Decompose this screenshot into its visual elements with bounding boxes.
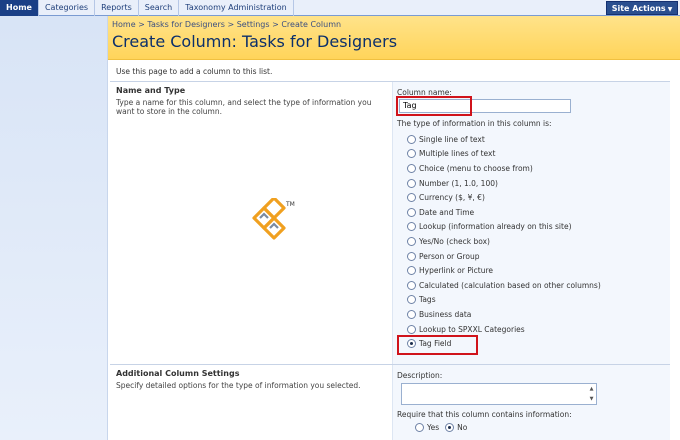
name-type-fields: Column name: Tag The type of information… <box>392 82 670 364</box>
column-type-label: Business data <box>419 309 472 319</box>
highlight-tag-field <box>397 335 478 355</box>
section-description: Specify detailed options for the type of… <box>116 381 361 390</box>
site-actions-label: Site Actions <box>611 4 666 13</box>
column-type-label: Tags <box>419 295 436 305</box>
column-type-option[interactable]: Lookup (information already on this site… <box>407 220 601 235</box>
type-label: The type of information in this column i… <box>397 119 552 128</box>
column-type-label: Single line of text <box>419 134 485 144</box>
column-type-label: Multiple lines of text <box>419 149 496 159</box>
watermark-logo-icon: TM <box>252 198 295 240</box>
tab-home[interactable]: Home <box>0 0 39 16</box>
column-type-option[interactable]: Choice (menu to choose from) <box>407 161 601 176</box>
column-type-option[interactable]: Date and Time <box>407 205 601 220</box>
column-type-option[interactable]: Person or Group <box>407 249 601 264</box>
tab-categories[interactable]: Categories <box>39 0 96 16</box>
additional-settings-description: Additional Column Settings Specify detai… <box>110 365 392 440</box>
site-actions-button[interactable]: Site Actions ▼ <box>606 1 678 15</box>
radio-button[interactable] <box>407 149 416 159</box>
column-type-option[interactable]: Calculated (calculation based on other c… <box>407 278 601 293</box>
radio-button[interactable] <box>407 163 416 173</box>
column-type-label: Lookup (information already on this site… <box>419 222 572 232</box>
column-type-option[interactable]: Hyperlink or Picture <box>407 263 601 278</box>
scroll-up-icon[interactable]: ▲ <box>588 385 595 393</box>
column-type-option[interactable]: Yes/No (check box) <box>407 234 601 249</box>
column-type-option[interactable]: Business data <box>407 307 601 322</box>
quick-launch-panel <box>0 16 108 440</box>
section-description: Type a name for this column, and select … <box>116 98 372 116</box>
radio-button[interactable] <box>407 134 416 144</box>
required-no-label: No <box>457 423 468 432</box>
column-type-label: Person or Group <box>419 251 480 261</box>
tab-reports[interactable]: Reports <box>95 0 139 16</box>
required-no-radio[interactable] <box>445 423 455 432</box>
additional-settings-fields: Description: ▲ ▼ Require that this colum… <box>392 365 670 440</box>
section-title: Additional Column Settings <box>116 369 240 378</box>
column-type-label: Choice (menu to choose from) <box>419 163 533 173</box>
top-tabs: Home Categories Reports Search Taxonomy Admi… <box>0 0 294 16</box>
column-type-option[interactable]: Single line of text <box>407 132 601 147</box>
chevron-down-icon: ▼ <box>667 6 673 13</box>
radio-button[interactable] <box>407 295 416 305</box>
column-type-list: Single line of text Multiple lines of tex… <box>407 132 601 351</box>
radio-button[interactable] <box>407 309 416 319</box>
column-type-label: Lookup to SPXXL Categories <box>419 324 525 334</box>
section-title: Name and Type <box>116 86 186 95</box>
column-type-label: Hyperlink or Picture <box>419 266 494 276</box>
radio-button[interactable] <box>407 193 416 203</box>
scroll-down-icon[interactable]: ▼ <box>588 395 595 403</box>
column-type-option[interactable]: Currency ($, ¥, €) <box>407 190 601 205</box>
column-type-option[interactable]: Multiple lines of text <box>407 147 601 162</box>
radio-button[interactable] <box>407 178 416 188</box>
radio-button[interactable] <box>407 324 416 334</box>
tab-search[interactable]: Search <box>139 0 180 16</box>
required-yes-radio[interactable] <box>415 423 424 432</box>
column-type-option[interactable]: Tags <box>407 293 601 308</box>
breadcrumb[interactable]: Home > Tasks for Designers > Settings > … <box>112 20 341 29</box>
required-yes-label: Yes <box>427 423 440 432</box>
tab-taxonomy-administration[interactable]: Taxonomy Administration <box>179 0 294 16</box>
column-type-label: Date and Time <box>419 207 475 217</box>
radio-button[interactable] <box>407 236 416 246</box>
column-type-label: Yes/No (check box) <box>419 236 490 246</box>
column-type-label: Currency ($, ¥, €) <box>419 193 485 203</box>
page-title: Create Column: Tasks for Designers <box>112 32 398 51</box>
highlight-column-name <box>396 96 472 116</box>
radio-button[interactable] <box>407 222 416 232</box>
page-intro-text: Use this page to add a column to this li… <box>116 67 273 76</box>
column-type-label: Calculated (calculation based on other c… <box>419 280 601 290</box>
radio-button[interactable] <box>407 266 416 276</box>
description-label: Description: <box>397 371 443 380</box>
radio-button[interactable] <box>407 251 416 261</box>
required-label: Require that this column contains inform… <box>397 410 572 419</box>
required-radio-group: Yes No <box>415 423 473 432</box>
column-type-label: Number (1, 1.0, 100) <box>419 178 498 188</box>
column-type-option[interactable]: Number (1, 1.0, 100) <box>407 176 601 191</box>
radio-button[interactable] <box>407 207 416 217</box>
top-navigation: Home Categories Reports Search Taxonomy Admi… <box>0 0 680 16</box>
title-banner: Home > Tasks for Designers > Settings > … <box>108 16 680 60</box>
svg-text:TM: TM <box>285 201 295 208</box>
description-textarea[interactable]: ▲ ▼ <box>401 383 597 405</box>
radio-button[interactable] <box>407 280 416 290</box>
